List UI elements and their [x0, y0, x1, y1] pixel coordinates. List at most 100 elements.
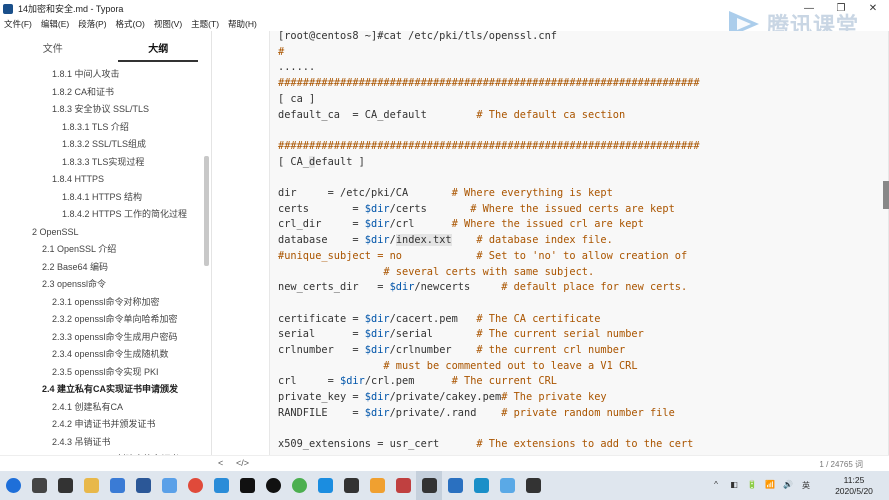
typora-app-icon — [3, 3, 13, 14]
editor-scrollbar[interactable] — [883, 181, 889, 209]
code-content[interactable]: [root@centos8 ~]#cat /etc/pki/tls/openss… — [278, 29, 700, 453]
app4-icon[interactable] — [442, 471, 468, 500]
menu-item[interactable]: 段落(P) — [74, 18, 111, 30]
outline-item[interactable]: 2.3.4 openssl命令生成随机数 — [0, 346, 204, 364]
qq-icon[interactable] — [260, 471, 286, 500]
outline-item[interactable]: 1.8.4 HTTPS — [0, 171, 204, 189]
tray-icon[interactable]: ◧ — [727, 480, 741, 492]
status-bar: < </> 1 / 24765 词 — [0, 455, 889, 471]
outline-item[interactable]: 1.8.2 CA和证书 — [0, 84, 204, 102]
code-line: crl_dir = $dir/crl # Where the issued cr… — [278, 217, 700, 233]
tray-icon[interactable]: ^ — [709, 480, 723, 492]
tray-icon[interactable]: 📶 — [763, 480, 777, 492]
source-mode-icon[interactable]: </> — [236, 458, 249, 468]
outline-item[interactable]: 1.8.1 中间人攻击 — [0, 66, 204, 84]
menu-item[interactable]: 编辑(E) — [37, 18, 74, 30]
outline-item[interactable]: 2.4.1 创建私有CA — [0, 399, 204, 417]
outline-item[interactable]: 2.4.2 申请证书并颁发证书 — [0, 416, 204, 434]
outline-item[interactable]: 2.4 建立私有CA实现证书申请颁发 — [0, 381, 204, 399]
clock[interactable]: 11:25 2020/5/20 — [819, 475, 889, 497]
edge-icon[interactable] — [312, 471, 338, 500]
outline-item[interactable]: 1.8.3.2 SSL/TLS组成 — [0, 136, 204, 154]
code-line: ...... — [278, 60, 700, 76]
photos-icon[interactable] — [156, 471, 182, 500]
outline-item[interactable]: 2.3.2 openssl命令单向哈希加密 — [0, 311, 204, 329]
code-token: # The extensions to add to the cert — [476, 438, 694, 451]
code-line: serial = $dir/serial # The current seria… — [278, 327, 700, 343]
menu-item[interactable]: 帮助(H) — [224, 18, 262, 30]
app2-icon[interactable] — [208, 471, 234, 500]
outline-item[interactable]: 1.8.4.1 HTTPS 结构 — [0, 189, 204, 207]
code-token: private_key = — [278, 391, 365, 404]
code-token: /serial — [389, 328, 477, 341]
code-line: RANDFILE = $dir/private/.rand # private … — [278, 406, 700, 422]
editor[interactable]: [root@centos8 ~]#cat /etc/pki/tls/openss… — [213, 29, 889, 471]
code-token: ########################################… — [278, 77, 700, 90]
code-token: [root@centos8 ~]#cat /etc/pki/tls/openss… — [278, 30, 557, 42]
menu-item[interactable]: 文件(F) — [0, 18, 37, 30]
word-count[interactable]: 1 / 24765 词 — [819, 459, 863, 470]
folder-icon[interactable] — [78, 471, 104, 500]
menu-item[interactable]: 主题(T) — [187, 18, 224, 30]
code-token: database = — [278, 234, 365, 247]
mail-icon[interactable] — [364, 471, 390, 500]
outline-item[interactable]: 1.8.3.1 TLS 介绍 — [0, 119, 204, 137]
terminal-icon[interactable] — [234, 471, 260, 500]
tray-icon[interactable]: 英 — [799, 480, 813, 492]
app6-icon[interactable] — [520, 471, 546, 500]
chrome-icon[interactable] — [182, 471, 208, 500]
tray-icon[interactable]: 🔊 — [781, 480, 795, 492]
close-button[interactable]: ✕ — [857, 0, 889, 17]
tray-icon[interactable]: 🔋 — [745, 480, 759, 492]
tab-files[interactable]: 文件 — [0, 31, 106, 61]
sidebar-scrollbar[interactable] — [204, 156, 209, 266]
outline-item[interactable]: 2 OpenSSL — [0, 224, 204, 242]
outline-item[interactable]: 2.3.3 openssl命令生成用户密码 — [0, 329, 204, 347]
code-block[interactable]: [root@centos8 ~]#cat /etc/pki/tls/openss… — [269, 29, 889, 463]
word-icon[interactable] — [130, 471, 156, 500]
menu-item[interactable]: 视图(V) — [150, 18, 187, 30]
search-icon[interactable] — [26, 471, 52, 500]
outline-item[interactable]: 2.2 Base64 编码 — [0, 259, 204, 277]
code-token: /crl — [389, 218, 452, 231]
code-token: # must be commented out to leave a V1 CR… — [383, 359, 638, 372]
sidebar-tabs: 文件 大纲 — [0, 31, 211, 61]
code-token: ...... — [278, 61, 316, 74]
sidebar: 文件 大纲 1.8.1 中间人攻击 1.8.2 CA和证书 1.8.3 安全协议 S… — [0, 31, 212, 471]
outline-item[interactable]: 1.8.3 安全协议 SSL/TLS — [0, 101, 204, 119]
tab-outline[interactable]: 大纲 — [106, 31, 212, 61]
outline-item[interactable]: 2.3 openssl命令 — [0, 276, 204, 294]
code-line: new_certs_dir = $dir/newcerts # default … — [278, 280, 700, 296]
code-line: private_key = $dir/private/cakey.pem# Th… — [278, 390, 700, 406]
code-token: $dir — [364, 202, 390, 215]
code-token: # The current serial number — [476, 328, 644, 341]
code-token: $dir — [364, 218, 390, 231]
code-line: dir = /etc/pki/CA # Where everything is … — [278, 186, 700, 202]
start-icon[interactable] — [0, 471, 26, 500]
notes-icon[interactable] — [338, 471, 364, 500]
typora-icon[interactable] — [416, 471, 442, 500]
outline-item[interactable]: 1.8.4.2 HTTPS 工作的简化过程 — [0, 206, 204, 224]
outline-item[interactable]: 2.3.5 openssl命令实现 PKI — [0, 364, 204, 382]
chrome2-icon[interactable] — [286, 471, 312, 500]
outline-item[interactable]: 1.8.3.3 TLS实现过程 — [0, 154, 204, 172]
outline-item[interactable]: 2.4.3 吊销证书 — [0, 434, 204, 452]
code-line: database = $dir/index.txt # database ind… — [278, 233, 700, 249]
tencent-icon[interactable] — [494, 471, 520, 500]
code-token: dir = /etc/pki/CA — [278, 187, 452, 200]
app-icon[interactable] — [104, 471, 130, 500]
toggle-sidebar-icon[interactable]: < — [218, 458, 223, 468]
outline-item[interactable]: 2.3.1 openssl命令对称加密 — [0, 294, 204, 312]
outline-item[interactable]: 2.1 OpenSSL 介绍 — [0, 241, 204, 259]
taskview-icon[interactable] — [52, 471, 78, 500]
code-token: $dir — [340, 375, 365, 388]
menu-item[interactable]: 格式(O) — [112, 18, 150, 30]
code-token: # several certs with same subject. — [383, 265, 595, 278]
code-line: default_ca = CA_default # The default ca… — [278, 108, 700, 124]
app3-icon[interactable] — [390, 471, 416, 500]
app5-icon[interactable] — [468, 471, 494, 500]
